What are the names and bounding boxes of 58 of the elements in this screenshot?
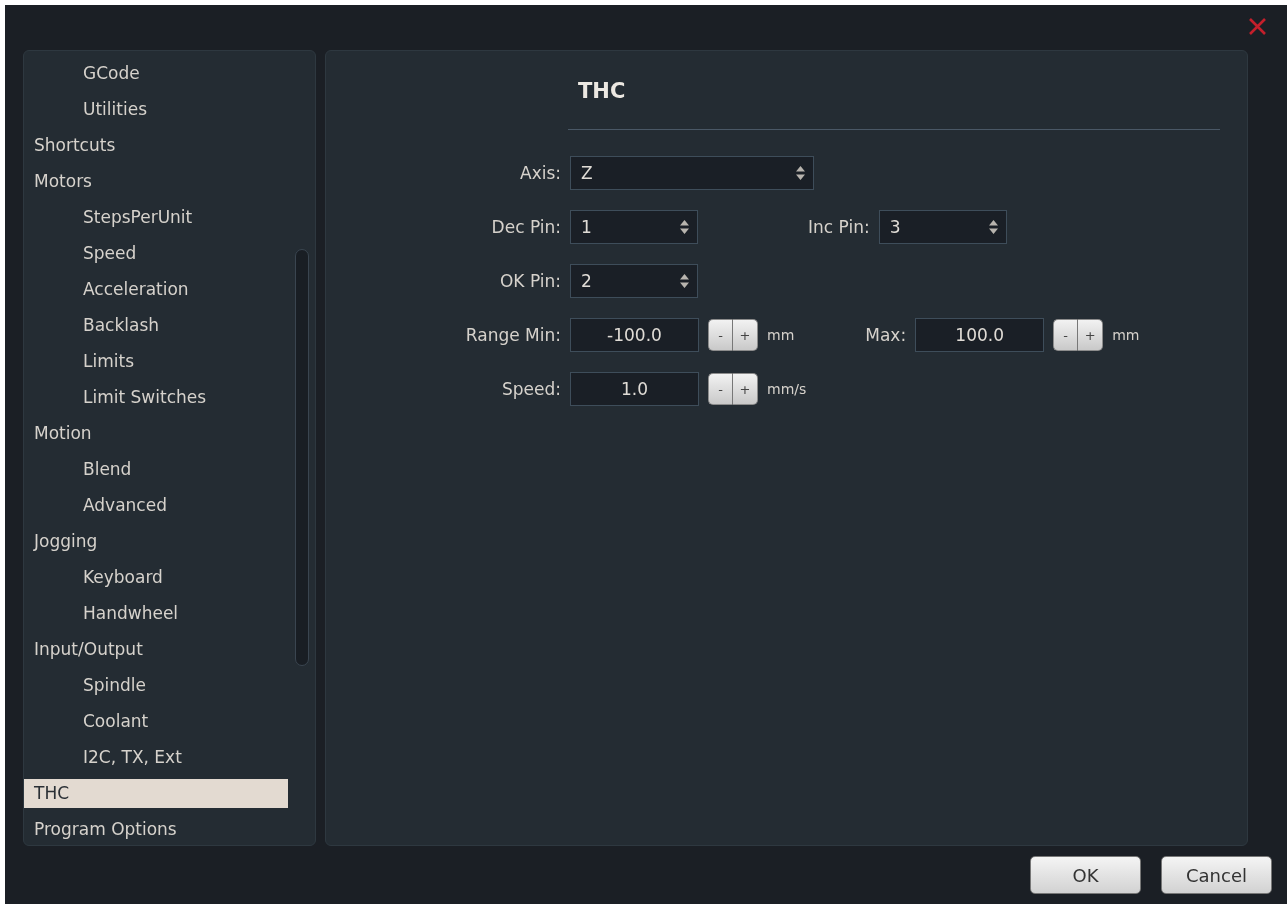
sidebar-item[interactable]: Program Options bbox=[24, 815, 288, 844]
sidebar-item[interactable]: Limit Switches bbox=[24, 383, 288, 412]
field-label: Inc Pin: bbox=[808, 217, 870, 237]
field-label: Range Min: bbox=[464, 325, 561, 345]
sidebar-item[interactable]: Backlash bbox=[24, 311, 288, 340]
dialog-button[interactable]: Cancel bbox=[1161, 856, 1272, 894]
dropdown[interactable]: 3 bbox=[878, 210, 1007, 244]
sidebar-item[interactable]: Coolant bbox=[24, 707, 288, 736]
sidebar-item[interactable]: StepsPerUnit bbox=[24, 203, 288, 232]
sidebar-item[interactable]: Spindle bbox=[24, 671, 288, 700]
decrement-button[interactable]: - bbox=[1053, 319, 1079, 351]
sidebar-item[interactable]: Motors bbox=[24, 167, 288, 196]
sidebar-item[interactable]: I2C, TX, Ext bbox=[24, 743, 288, 772]
decrement-button[interactable]: - bbox=[708, 319, 733, 351]
dropdown[interactable]: 1 bbox=[570, 210, 698, 244]
dropdown-value: 1 bbox=[581, 217, 592, 237]
sidebar-item[interactable]: Jogging bbox=[24, 527, 288, 556]
sidebar-item[interactable]: Limits bbox=[24, 347, 288, 376]
up-down-arrows-icon bbox=[988, 220, 998, 234]
increment-button[interactable]: + bbox=[1078, 319, 1104, 351]
increment-button[interactable]: + bbox=[733, 319, 758, 351]
unit-label: mm bbox=[1112, 327, 1140, 343]
sidebar-item[interactable]: Shortcuts bbox=[24, 131, 288, 160]
up-down-arrows-icon bbox=[680, 274, 689, 288]
dropdown-value: 3 bbox=[889, 217, 901, 237]
number-field[interactable]: 1.0 bbox=[570, 372, 699, 406]
field-label: Max: bbox=[865, 325, 907, 345]
up-down-arrows-icon bbox=[680, 220, 689, 234]
sidebar-item[interactable]: Handwheel bbox=[24, 599, 288, 628]
up-down-arrows-icon bbox=[796, 166, 805, 180]
sidebar-item[interactable]: Utilities bbox=[24, 95, 288, 124]
sidebar-item[interactable]: Motion bbox=[24, 419, 288, 448]
number-field[interactable]: -100.0 bbox=[570, 318, 699, 352]
scrollbar[interactable] bbox=[295, 249, 309, 666]
field-label: Speed: bbox=[500, 379, 561, 399]
field-label: OK Pin: bbox=[498, 271, 561, 291]
sidebar-item[interactable]: Keyboard bbox=[24, 563, 288, 592]
sidebar-item[interactable]: Acceleration bbox=[24, 275, 288, 304]
field-label: Dec Pin: bbox=[490, 217, 561, 237]
section-title: THC bbox=[578, 78, 626, 104]
dropdown[interactable]: Z bbox=[570, 156, 814, 190]
dialog-button[interactable]: OK bbox=[1030, 856, 1141, 894]
sidebar-item[interactable]: Input/Output bbox=[24, 635, 288, 664]
unit-label: mm bbox=[767, 327, 795, 343]
decrement-button[interactable]: - bbox=[708, 373, 733, 405]
close-icon[interactable] bbox=[1248, 17, 1267, 36]
sidebar-item[interactable]: Speed bbox=[24, 239, 288, 268]
sidebar-item[interactable]: GCode bbox=[24, 59, 288, 88]
sidebar-item[interactable]: THC bbox=[24, 779, 288, 808]
unit-label: mm/s bbox=[767, 381, 807, 397]
dropdown-value: 2 bbox=[581, 271, 592, 291]
sidebar-item[interactable]: Advanced bbox=[24, 491, 288, 520]
number-field[interactable]: 100.0 bbox=[915, 318, 1045, 352]
sidebar-item[interactable]: Blend bbox=[24, 455, 288, 484]
field-label: Axis: bbox=[519, 163, 561, 183]
dropdown-value: Z bbox=[581, 163, 593, 183]
increment-button[interactable]: + bbox=[733, 373, 758, 405]
dropdown[interactable]: 2 bbox=[570, 264, 698, 298]
